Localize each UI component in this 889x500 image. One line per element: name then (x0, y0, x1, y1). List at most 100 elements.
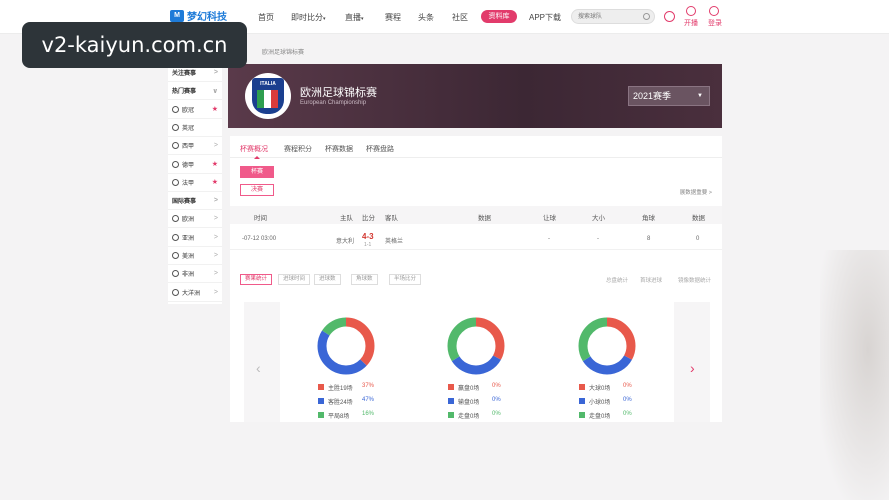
league-icon (172, 105, 179, 113)
legend-percent: 0% (492, 397, 501, 403)
th-data-2: 数据 (692, 215, 705, 222)
sidebar-item[interactable]: 欧洲 > (168, 210, 222, 229)
nav-kaibo[interactable]: 开播 (684, 18, 698, 28)
home-team[interactable]: 意大利 (336, 236, 354, 245)
sidebar-item[interactable]: 美洲 > (168, 247, 222, 265)
user-icon[interactable] (709, 6, 719, 16)
sidebar-item[interactable]: 欧冠 ★ (168, 101, 222, 119)
cup-button[interactable]: 杯赛 (240, 166, 274, 178)
stat-link-total[interactable]: 总盘统计 (606, 276, 628, 284)
legend-label: 走盘0场 (589, 414, 611, 420)
nav-login[interactable]: 登录 (708, 18, 722, 28)
chevron-icon: > (213, 197, 218, 205)
nav-live-score[interactable]: 即时比分▾ (291, 12, 326, 23)
league-icon (172, 160, 179, 168)
watermark-overlay: v2-kaiyun.com.cn (22, 22, 247, 68)
nav-database[interactable]: 资料库 (481, 10, 517, 23)
donut-chart (447, 317, 505, 375)
tab-cup-odds[interactable]: 杯赛盘路 (366, 144, 394, 154)
breadcrumb[interactable]: 欧洲足球锦标赛 (262, 47, 304, 56)
competition-banner: ITALIA 欧洲足球锦标赛 European Championship 202… (228, 64, 722, 128)
th-time: 时间 (254, 215, 267, 222)
stat-link-first-goal[interactable]: 首球进球 (640, 276, 662, 284)
carousel-prev-button[interactable]: ‹ (256, 360, 261, 376)
sidebar-item[interactable]: 国际赛事 > (168, 192, 222, 211)
th-corner: 角球 (642, 215, 655, 222)
nav-broadcast[interactable]: 直播▾ (345, 12, 364, 23)
legend-percent: 0% (623, 383, 632, 389)
legend-label: 输盘0场 (458, 400, 480, 406)
star-icon: ★ (211, 161, 218, 168)
sidebar-item[interactable]: 英冠 (168, 119, 222, 137)
chevron-icon: > (213, 142, 218, 150)
overunder-value: - (597, 236, 599, 242)
legend-swatch (448, 384, 454, 390)
sidebar-item[interactable]: 大洋洲 > (168, 284, 222, 302)
nav-schedule[interactable]: 赛程 (385, 12, 401, 23)
table-row[interactable]: -07-12 03:00 意大利 4-3 1-1 英格兰 - - 8 0 (230, 228, 722, 250)
sidebar-item[interactable]: 法甲 ★ (168, 174, 222, 192)
star-icon: ★ (211, 179, 218, 187)
chevron-icon: > (213, 270, 218, 278)
legend-swatch (448, 398, 454, 404)
tab-cup-data[interactable]: 杯赛数据 (325, 144, 353, 154)
logo-text: 梦幻科技 (187, 12, 227, 23)
sidebar-item-label: 法甲 (182, 180, 195, 187)
sidebar-item[interactable]: 非洲 > (168, 265, 222, 284)
nav-home[interactable]: 首页 (258, 12, 274, 23)
legend-percent: 0% (623, 411, 632, 417)
sidebar-item-label: 非洲 (182, 272, 195, 279)
team-badge: ITALIA (245, 73, 291, 119)
stat-tab-goals[interactable]: 进球数 (314, 274, 341, 285)
shield-icon: ITALIA (252, 78, 284, 114)
legend-row: 平局8场 16% (318, 411, 408, 425)
data-link[interactable]: 展数据重要 > (680, 188, 712, 196)
broadcast-icon[interactable] (686, 6, 696, 16)
stat-tab-corners[interactable]: 角球数 (351, 274, 378, 285)
donut-chart (578, 317, 636, 375)
chevron-icon: > (213, 215, 218, 223)
legend-swatch (318, 398, 324, 404)
nav-app-download[interactable]: APP下载 (529, 12, 561, 23)
search-input[interactable] (578, 10, 644, 23)
chevron-icon: ∨ (212, 87, 218, 95)
legend-percent: 16% (362, 411, 375, 417)
chevron-down-icon: ▼ (697, 93, 703, 99)
legend-label: 客胜24场 (328, 400, 353, 406)
match-score[interactable]: 4-3 (362, 232, 374, 241)
stat-tab-results[interactable]: 赛果统计 (240, 274, 273, 285)
table-header: 时间 主队 比分 客队 数据 让球 大小 角球 数据 (230, 206, 722, 224)
tab-overview[interactable]: 杯赛概况 (240, 144, 268, 159)
sidebar-item[interactable]: 德甲 ★ (168, 156, 222, 174)
final-button[interactable]: 决赛 (240, 184, 274, 196)
stat-link-mirror[interactable]: 镜像数据统计 (678, 276, 711, 284)
stat-tab-halftime[interactable]: 半场比分 (389, 274, 422, 285)
sidebar-item[interactable]: 西甲 > (168, 137, 222, 156)
legend-percent: 0% (492, 383, 501, 389)
tab-schedule-points[interactable]: 赛程积分 (284, 144, 312, 154)
nav-community[interactable]: 社区 (452, 12, 468, 23)
league-icon (172, 123, 179, 131)
sidebar-item-label: 美洲 (182, 254, 195, 260)
legend-label: 走盘0场 (458, 414, 480, 420)
carousel-next-button[interactable]: › (690, 360, 695, 376)
chevron-icon: > (213, 233, 218, 241)
sidebar-item-label: 英冠 (182, 125, 195, 132)
sidebar-item[interactable]: 亚洲 > (168, 229, 222, 247)
legend-swatch (318, 384, 324, 390)
profile-icon[interactable] (664, 11, 675, 22)
sidebar-item[interactable]: 热门赛事 ∨ (168, 82, 222, 101)
legend-row: 大球0场 0% (579, 383, 669, 397)
away-team[interactable]: 英格兰 (385, 236, 403, 245)
sidebar-item-label: 热门赛事 (172, 89, 197, 96)
logo-mark: M (170, 9, 184, 22)
legend-swatch (318, 412, 324, 418)
search-icon[interactable] (643, 13, 650, 20)
stat-tab-goal-time[interactable]: 进球时间 (278, 274, 311, 285)
site-logo[interactable]: M 梦幻科技 (170, 8, 227, 23)
nav-headlines[interactable]: 头条 (418, 12, 434, 23)
search-box[interactable] (571, 9, 655, 24)
flag-stripe-white (264, 90, 271, 108)
season-select[interactable]: 2021赛季 ▼ (628, 86, 710, 106)
corner-value: 8 (647, 236, 651, 242)
